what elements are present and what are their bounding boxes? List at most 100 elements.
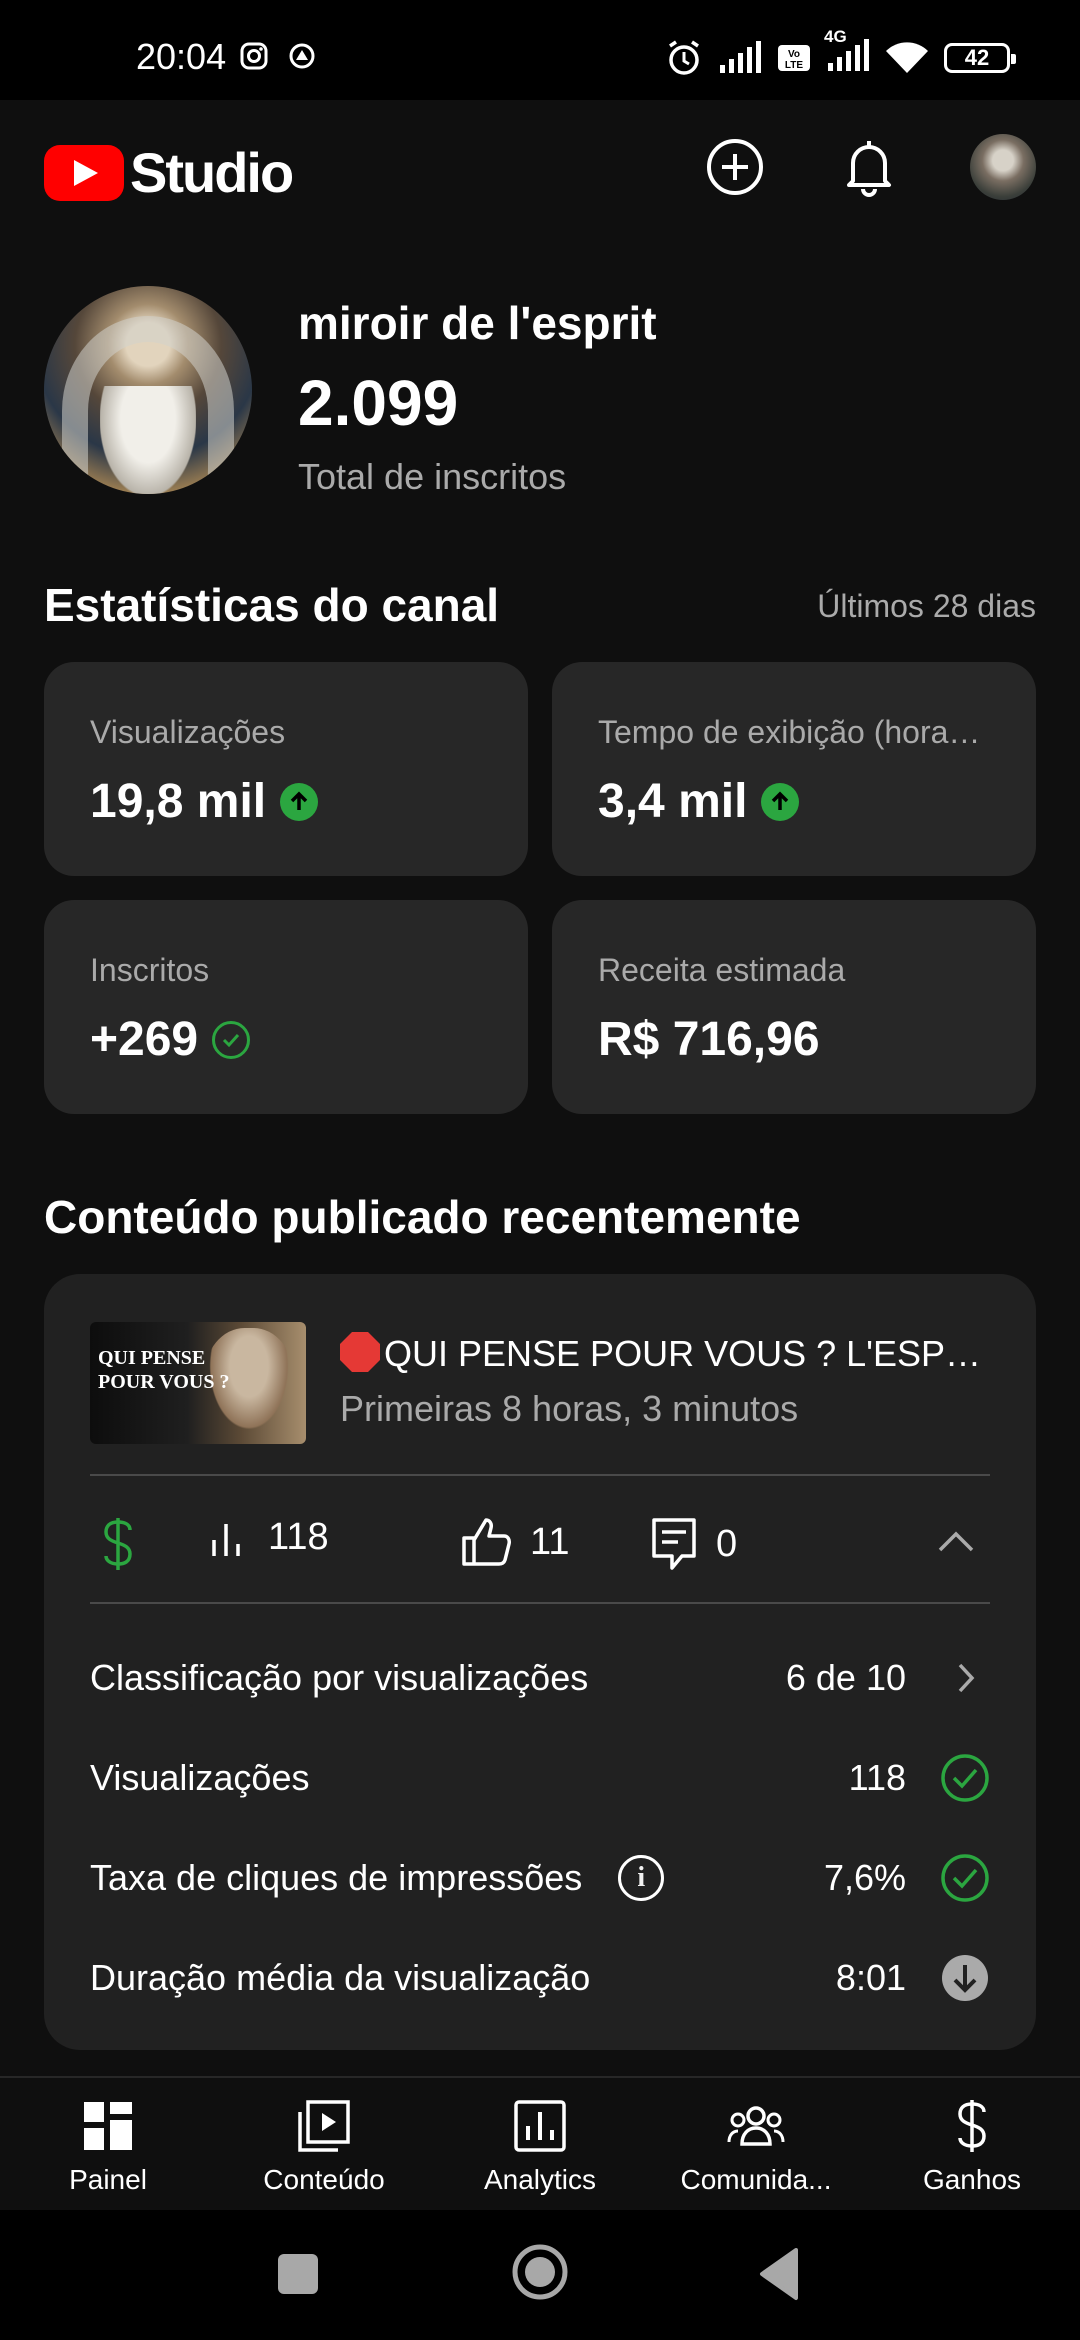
stop-sign-icon bbox=[340, 1332, 380, 1372]
thumbnail-line-1: QUI PENSE bbox=[98, 1347, 206, 1369]
video-title[interactable]: QUI PENSE POUR VOUS ? L'ESPR... bbox=[340, 1332, 1000, 1375]
divider bbox=[90, 1602, 990, 1604]
detail-row-rank[interactable]: Classificação por visualizações 6 de 10 bbox=[90, 1648, 990, 1708]
nav-item-dashboard[interactable]: Painel bbox=[8, 2096, 208, 2196]
monetization-metric bbox=[100, 1516, 136, 1572]
subscriber-label: Total de inscritos bbox=[298, 456, 567, 497]
trend-up-icon bbox=[280, 782, 319, 821]
home-button[interactable] bbox=[510, 2242, 570, 2302]
status-left-icons bbox=[240, 42, 316, 70]
stat-value-row: +269 bbox=[90, 1012, 251, 1067]
nav-item-content[interactable]: Conteúdo bbox=[224, 2096, 424, 2196]
collapse-chevron-icon[interactable] bbox=[934, 1520, 978, 1564]
nav-label: Painel bbox=[69, 2164, 147, 2195]
chevron-right-icon bbox=[940, 1653, 990, 1703]
detail-value: 8:01 bbox=[835, 1957, 906, 1998]
nav-item-earn[interactable]: Ganhos bbox=[872, 2096, 1072, 2196]
content-icon bbox=[294, 2096, 354, 2156]
signal-icon bbox=[720, 41, 761, 73]
recent-video-card: QUI PENSE POUR VOUS ? QUI PENSE POUR VOU… bbox=[44, 1274, 1036, 2050]
stat-card-revenue[interactable]: Receita estimada R$ 716,96 bbox=[552, 900, 1036, 1114]
info-icon[interactable]: i bbox=[618, 1855, 665, 1901]
svg-text:Vo: Vo bbox=[788, 49, 800, 60]
detail-value: 7,6% bbox=[823, 1857, 906, 1898]
detail-row-ctr[interactable]: Taxa de cliques de impressões i 7,6% bbox=[90, 1848, 990, 1908]
analytics-icon bbox=[510, 2096, 570, 2156]
video-thumbnail[interactable]: QUI PENSE POUR VOUS ? bbox=[90, 1322, 306, 1444]
app-bar: Studio bbox=[0, 100, 1080, 235]
status-bar: 20:04 Vo LTE 4G 42 bbox=[0, 0, 1080, 100]
detail-label: Visualizações bbox=[90, 1757, 310, 1798]
bottom-navigation: Painel Conteúdo Analytics Comunida... Ga… bbox=[0, 2076, 1080, 2210]
video-title-text: QUI PENSE POUR VOUS ? L'ESPR... bbox=[384, 1333, 1000, 1374]
check-icon bbox=[940, 1853, 990, 1903]
comments-metric: 0 bbox=[650, 1516, 737, 1572]
stat-label: Tempo de exibição (hora… bbox=[598, 714, 981, 750]
likes-metric: 11 bbox=[460, 1516, 569, 1568]
dollar-icon bbox=[104, 1518, 132, 1570]
signal-4g: 4G bbox=[824, 27, 870, 78]
video-metrics-row: 118 11 0 bbox=[90, 1476, 990, 1606]
stat-label: Visualizações bbox=[90, 714, 286, 750]
volte-icon: VoLTE bbox=[778, 45, 810, 71]
nav-item-community[interactable]: Comunida... bbox=[656, 2096, 856, 2196]
create-button[interactable] bbox=[700, 132, 770, 202]
svg-text:LTE: LTE bbox=[785, 60, 803, 71]
detail-value: 6 de 10 bbox=[785, 1657, 906, 1698]
nav-label: Analytics bbox=[483, 2164, 597, 2195]
system-navigation bbox=[0, 2210, 1080, 2340]
nav-label: Conteúdo bbox=[263, 2164, 385, 2195]
status-right-icons: Vo LTE 4G 42 bbox=[664, 27, 1016, 78]
comments-count: 0 bbox=[716, 1522, 738, 1565]
check-icon bbox=[212, 1020, 251, 1059]
stat-value: +269 bbox=[90, 1013, 199, 1066]
detail-label: Duração média da visualização bbox=[90, 1957, 591, 1998]
stat-card-subscribers[interactable]: Inscritos +269 bbox=[44, 900, 528, 1114]
battery-level: 42 bbox=[964, 45, 990, 70]
back-button[interactable] bbox=[756, 2246, 802, 2302]
views-count: 118 bbox=[268, 1516, 329, 1558]
stat-label: Receita estimada bbox=[598, 952, 846, 988]
stats-period[interactable]: Últimos 28 dias bbox=[817, 588, 1036, 625]
detail-row-views[interactable]: Visualizações 118 bbox=[90, 1748, 990, 1808]
trend-up-icon bbox=[761, 782, 800, 821]
alarm-icon bbox=[669, 40, 699, 75]
notifications-icon bbox=[847, 141, 891, 197]
stat-card-views[interactable]: Visualizações 19,8 mil bbox=[44, 662, 528, 876]
account-avatar[interactable] bbox=[970, 134, 1036, 200]
channel-avatar[interactable] bbox=[44, 286, 252, 494]
thumbnail-text: QUI PENSE POUR VOUS ? bbox=[98, 1346, 229, 1394]
recent-apps-button[interactable] bbox=[276, 2252, 322, 2298]
wifi-icon bbox=[886, 42, 928, 73]
stat-value-row: R$ 716,96 bbox=[598, 1012, 820, 1067]
down-arrow-icon bbox=[940, 1953, 990, 2003]
analytics-bars-icon bbox=[212, 1523, 240, 1556]
channel-name: miroir de l'esprit bbox=[298, 297, 657, 349]
community-icon bbox=[726, 2096, 786, 2156]
stat-card-watch-time[interactable]: Tempo de exibição (hora… 3,4 mil bbox=[552, 662, 1036, 876]
logo-text: Studio bbox=[130, 141, 294, 204]
youtube-studio-logo[interactable]: Studio bbox=[44, 140, 294, 205]
avatar-beard bbox=[100, 386, 196, 494]
stat-label: Inscritos bbox=[90, 952, 210, 988]
likes-count: 11 bbox=[530, 1520, 570, 1563]
status-time: 20:04 bbox=[136, 36, 227, 77]
recent-title: Conteúdo publicado recentemente bbox=[44, 1191, 801, 1243]
thumbs-up-icon bbox=[462, 1518, 511, 1566]
subscriber-count: 2.099 bbox=[298, 367, 459, 439]
detail-label: Classificação por visualizações bbox=[90, 1657, 589, 1698]
nav-item-analytics[interactable]: Analytics bbox=[440, 2096, 640, 2196]
check-icon bbox=[940, 1753, 990, 1803]
dashboard-icon bbox=[78, 2096, 138, 2156]
thumbnail-line-2: POUR VOUS ? bbox=[98, 1371, 230, 1393]
video-meta: Primeiras 8 horas, 3 minutos bbox=[340, 1388, 799, 1429]
detail-row-avg-duration[interactable]: Duração média da visualização 8:01 bbox=[90, 1948, 990, 2008]
stat-value-row: 19,8 mil bbox=[90, 774, 319, 829]
nav-label: Comunida... bbox=[680, 2164, 832, 2195]
detail-value: 118 bbox=[848, 1757, 906, 1798]
stat-value: 19,8 mil bbox=[90, 775, 267, 828]
detail-label: Taxa de cliques de impressões bbox=[90, 1857, 583, 1898]
notifications-button[interactable] bbox=[834, 132, 904, 202]
network-type: 4G bbox=[824, 26, 847, 46]
stat-value: 3,4 mil bbox=[598, 775, 748, 828]
